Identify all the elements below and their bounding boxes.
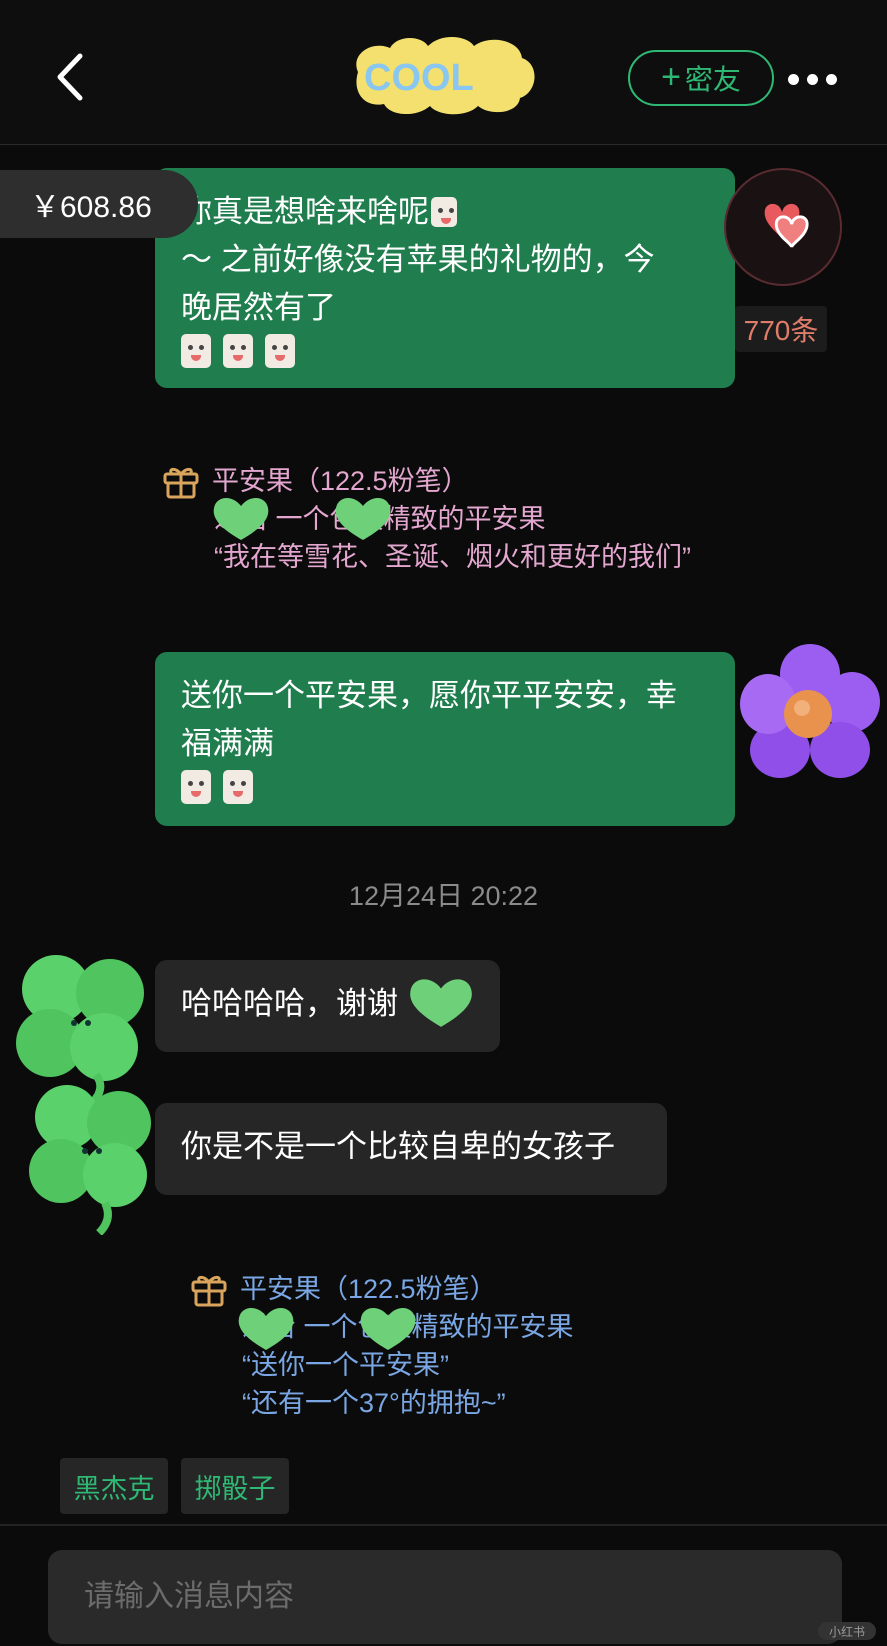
my-avatar[interactable] [724,168,842,286]
message-line: 福满满 [181,726,274,761]
gift-icon [191,1275,227,1307]
heart-sticker [213,497,269,540]
heart-sticker [335,497,391,540]
crying-emoji-icon [265,334,295,368]
heart-sticker [410,979,472,1027]
message-text: 哈哈哈哈，谢谢 [181,986,398,1021]
emoji-sticker [431,197,457,227]
chat-header: COOL + 密友 [0,0,887,145]
message-text: 你是不是一个比较自卑的女孩子 [181,1129,615,1164]
divider [0,1524,887,1526]
their-message-bubble[interactable]: 你是不是一个比较自卑的女孩子 [155,1103,667,1195]
message-input[interactable] [48,1550,842,1644]
balance-badge: ￥608.86 [0,170,198,238]
game-dice-button[interactable]: 掷骰子 [181,1458,289,1514]
crying-emoji-icon [223,770,253,804]
crying-emoji-icon [181,334,211,368]
my-message-bubble[interactable]: 送你一个平安果，愿你平平安安，幸 福满满 [155,652,735,826]
cool-logo-sticker: COOL [356,36,535,115]
emoji-row [181,770,709,804]
crying-emoji-icon [223,334,253,368]
game-blackjack-button[interactable]: 黑杰克 [60,1458,168,1514]
message-line: 晚居然有了 [181,290,336,325]
flower-avatar-sticker [740,644,880,778]
message-count-badge: 770条 [735,306,827,352]
plus-icon: + [661,57,681,96]
emoji-row [181,334,709,368]
gift-title: 平安果（122.5粉笔） [240,1274,497,1304]
gift-quote: “还有一个37°的拥抱~” [242,1388,506,1418]
back-arrow-icon[interactable] [52,52,88,102]
heart-sticker [238,1307,294,1350]
message-line: ～ 之前好像没有苹果的礼物的，今 [181,242,655,277]
clover-sticker [29,1085,151,1235]
timestamp: 12月24日 20:22 [348,881,539,911]
gift-icon [163,467,199,499]
my-message-bubble[interactable]: 你真是想啥来啥呢 ～ 之前好像没有苹果的礼物的，今 晚居然有了 [155,168,735,388]
message-line: 你真是想啥来啥呢 [181,188,709,236]
crying-emoji-icon [181,770,211,804]
more-options-icon[interactable] [788,74,838,88]
gift-quote: “我在等雪花、圣诞、烟火和更好的我们” [214,542,691,572]
watermark: 小红书 [818,1622,876,1640]
svg-text:COOL: COOL [364,57,474,99]
message-line: 送你一个平安果，愿你平平安安，幸 [181,678,677,713]
add-friend-label: 密友 [684,64,741,95]
hearts-icon [764,203,809,248]
heart-sticker [360,1307,416,1350]
add-close-friend-button[interactable]: + 密友 [628,50,774,106]
